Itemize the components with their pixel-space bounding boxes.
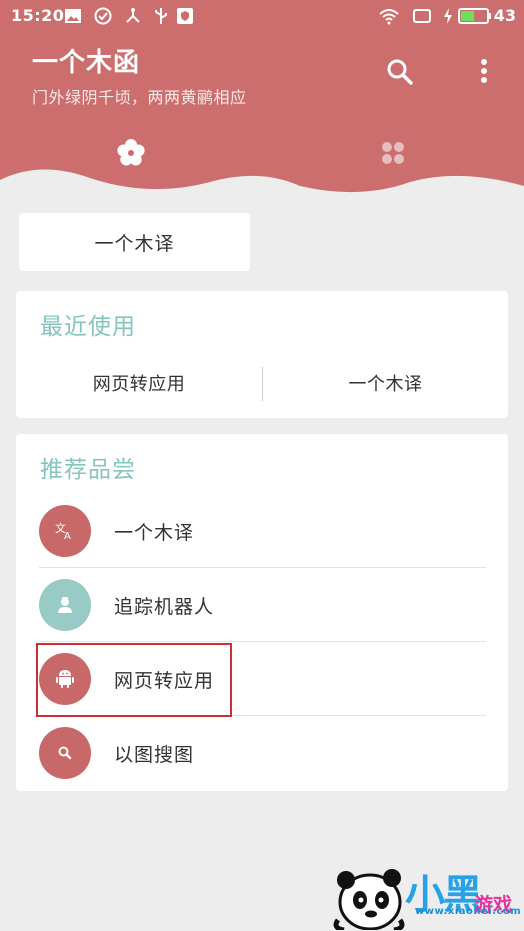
status-time: 15:20 (11, 6, 65, 25)
watermark-url: www.xiaohei.com (415, 906, 522, 917)
top-translate-button[interactable]: 一个木译 (19, 213, 250, 271)
recommended-title: 推荐品尝 (40, 457, 136, 483)
more-options-button[interactable] (464, 52, 504, 92)
tab-apps[interactable] (363, 133, 423, 173)
list-item-image-search[interactable]: 以图搜图 (16, 716, 486, 790)
shield-icon (177, 8, 193, 24)
translate-icon: 文 A (39, 505, 91, 557)
recent-card: 最近使用 网页转应用 一个木译 (16, 291, 508, 418)
share-icon (126, 8, 140, 23)
search-icon (39, 727, 91, 779)
status-bar: 15:20 43 (0, 0, 524, 32)
recent-title: 最近使用 (40, 314, 136, 340)
search-icon (387, 59, 413, 85)
highlight-box (36, 643, 232, 717)
image-icon (65, 9, 81, 23)
battery-percent: 43 (493, 6, 516, 25)
grid-icon (382, 142, 404, 164)
recent-item-translate[interactable]: 一个木译 (263, 353, 508, 413)
battery-icon (458, 8, 491, 24)
list-item-label: 追踪机器人 (114, 596, 215, 618)
recommended-card: 推荐品尝 文 A 一个木译 追踪机器人 网页转应用 以图搜图 (16, 434, 508, 791)
charging-icon (444, 8, 452, 24)
list-item-label: 以图搜图 (114, 744, 195, 766)
flower-icon (117, 139, 145, 166)
list-item-translate[interactable]: 文 A 一个木译 (16, 494, 486, 568)
check-circle-icon (94, 7, 112, 25)
search-button[interactable] (380, 52, 420, 92)
header-wave-decoration (0, 169, 524, 200)
recent-item-web-to-app[interactable]: 网页转应用 (16, 353, 262, 413)
list-item-tracking-robot[interactable]: 追踪机器人 (16, 568, 486, 642)
app-subtitle: 门外绿阴千顷，两两黄鹂相应 (32, 88, 247, 107)
list-item-label: 一个木译 (114, 522, 195, 544)
usb-icon (155, 8, 167, 24)
tab-home[interactable] (101, 133, 161, 173)
more-vert-icon (481, 59, 487, 83)
app-title: 一个木函 (32, 48, 141, 78)
wifi-icon (379, 9, 399, 25)
svg-text:A: A (64, 531, 71, 542)
screen-icon (413, 9, 431, 23)
robot-person-icon (39, 579, 91, 631)
